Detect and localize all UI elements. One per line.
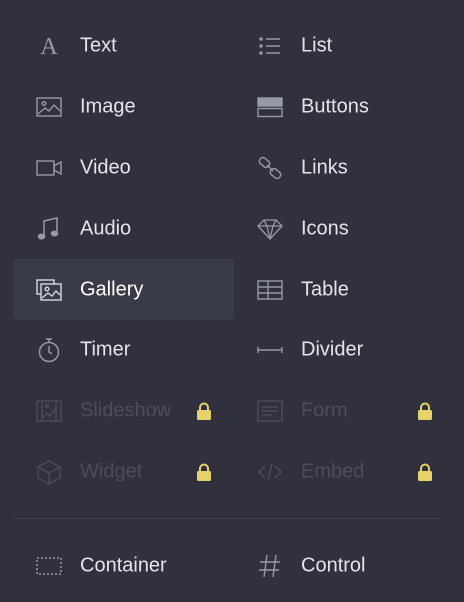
element-audio[interactable]: Audio [13,198,234,259]
diamond-icon [256,215,284,243]
form-icon [256,397,284,425]
element-label: Table [301,278,349,300]
code-icon [256,458,284,486]
section-divider [13,518,442,519]
element-label: Audio [80,217,132,239]
element-buttons[interactable]: Buttons [234,76,454,137]
element-form[interactable]: Form [234,380,454,441]
element-icons[interactable]: Icons [234,198,454,259]
element-video[interactable]: Video [13,137,234,198]
element-label: Control [301,554,366,576]
element-links[interactable]: Links [234,137,454,198]
text-icon: A [35,32,63,60]
element-label: Divider [301,338,364,360]
image-icon [35,93,63,121]
gallery-icon [35,276,63,304]
lock-icon [417,402,433,420]
element-label: Slideshow [80,399,172,421]
element-container[interactable]: Container [13,535,234,596]
buttons-icon [256,93,284,121]
element-slideshow[interactable]: Slideshow [13,380,234,441]
element-divider[interactable]: Divider [234,319,454,380]
cube-icon [35,458,63,486]
element-label: Gallery [80,278,144,300]
stopwatch-icon [35,336,63,364]
list-icon [256,32,284,60]
element-table[interactable]: Table [234,259,454,320]
element-label: Buttons [301,95,369,117]
lock-icon [196,402,212,420]
element-image[interactable]: Image [13,76,234,137]
element-gallery[interactable]: Gallery [13,259,234,320]
element-label: Video [80,156,131,178]
element-label: Timer [80,338,131,360]
element-text[interactable]: A Text [13,15,234,76]
video-icon [35,154,63,182]
element-label: Links [301,156,348,178]
element-label: List [301,34,333,56]
hash-icon [256,552,284,580]
slideshow-icon [35,397,63,425]
link-icon [256,154,284,182]
music-note-icon [35,215,63,243]
element-label: Icons [301,217,349,239]
element-list[interactable]: List [234,15,454,76]
element-label: Text [80,34,117,56]
element-label: Image [80,95,136,117]
element-label: Form [301,399,348,421]
divider-icon [256,336,284,364]
element-label: Widget [80,460,143,482]
element-label: Container [80,554,167,576]
container-icon [35,552,63,580]
elements-panel: A Text List Image Buttons Video Links Au… [0,0,464,602]
element-control[interactable]: Control [234,535,454,596]
element-embed[interactable]: Embed [234,441,454,502]
element-widget[interactable]: Widget [13,441,234,502]
svg-text:A: A [40,34,58,60]
element-timer[interactable]: Timer [13,319,234,380]
lock-icon [196,463,212,481]
element-label: Embed [301,460,365,482]
table-icon [256,276,284,304]
lock-icon [417,463,433,481]
